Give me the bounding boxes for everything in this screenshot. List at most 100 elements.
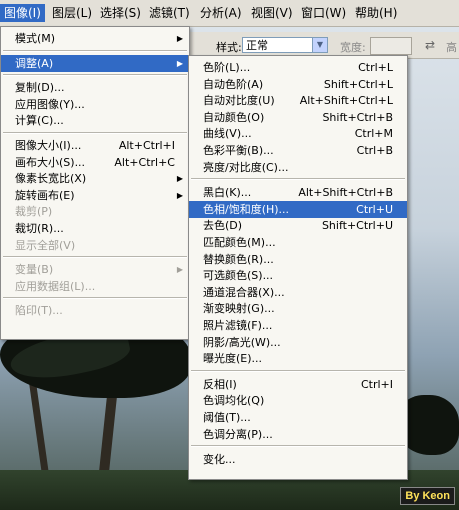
image-menu-item[interactable]: 裁剪(P) [1, 203, 189, 220]
adjust-menu-item-label: 黑白(K)... [203, 186, 252, 200]
adjust-menu-item[interactable]: 匹配颜色(M)... [189, 234, 407, 251]
adjust-menu-item[interactable]: 色调均化(Q) [189, 392, 407, 409]
menu-separator [191, 369, 405, 372]
menu-separator [3, 49, 187, 52]
image-menu-item[interactable]: 陷印(T)... [1, 302, 189, 319]
adjust-menu-item-label: 阈值(T)... [203, 411, 251, 424]
shortcut-label: Alt+Ctrl+C [114, 155, 175, 169]
adjust-menu-item[interactable]: 替换颜色(R)... [189, 251, 407, 268]
adjust-menu-item[interactable]: 曝光度(E)... [189, 350, 407, 367]
adjust-menu-item-label: 反相(I) [203, 377, 237, 391]
image-menu-item[interactable]: 计算(C)... [1, 112, 189, 129]
submenu-arrow-icon: ▶ [176, 190, 183, 200]
image-menu-item[interactable]: 模式(M) ▶ [1, 30, 189, 47]
menu-separator [3, 74, 187, 77]
image-menu-item-label: 图像大小(I)... [15, 139, 82, 152]
adjust-menu-item[interactable]: 变化... [189, 451, 407, 468]
image-menu-item[interactable]: 应用数据组(L)... [1, 278, 189, 295]
adjust-menu-item[interactable]: 通道混合器(X)... [189, 284, 407, 301]
style-select[interactable]: 正常 ▼ [242, 37, 328, 53]
shortcut-label: Shift+Ctrl+U [321, 219, 393, 233]
height-label: 高 [446, 41, 457, 54]
shortcut-label: Alt+Ctrl+I [118, 139, 175, 152]
adjust-menu-item[interactable]: 亮度/对比度(C)... [189, 159, 407, 176]
watermark: By Keon [400, 487, 455, 505]
menubar-item-6[interactable]: 窗口(W) [297, 4, 350, 22]
chevron-down-icon[interactable]: ▼ [312, 38, 327, 52]
swap-icon[interactable]: ⇄ [425, 38, 435, 52]
shortcut-label: Ctrl+M [354, 127, 393, 141]
image-menu-item[interactable]: 旋转画布(E) ▶ [1, 187, 189, 204]
adjust-menu-item[interactable]: 反相(I) Ctrl+I [189, 376, 407, 393]
adjust-menu-item[interactable]: 渐变映射(G)... [189, 300, 407, 317]
menu-separator [3, 297, 187, 300]
image-menu-item-label: 画布大小(S)... [15, 155, 86, 169]
image-menu-item-label: 旋转画布(E) [15, 188, 75, 202]
adjust-menu-item-label: 照片滤镜(F)... [203, 319, 273, 332]
adjust-menu-item-label: 通道混合器(X)... [203, 285, 285, 299]
menubar-item-3[interactable]: 滤镜(T) [145, 4, 194, 22]
adjust-menu-item-label: 替换颜色(R)... [203, 252, 274, 266]
adjust-menu-item[interactable]: 照片滤镜(F)... [189, 317, 407, 334]
image-menu-item[interactable]: 复制(D)... [1, 79, 189, 96]
image-menu-item[interactable]: 像素长宽比(X) ▶ [1, 170, 189, 187]
image-menu-item[interactable]: 应用图像(Y)... [1, 96, 189, 113]
submenu-arrow-icon: ▶ [176, 265, 183, 275]
image-menu-item-label: 显示全部(V) [15, 238, 76, 252]
image-menu-item-label: 裁切(R)... [15, 222, 64, 235]
adjust-menu-item[interactable]: 去色(D) Shift+Ctrl+U [189, 217, 407, 234]
adjust-menu-item-label: 渐变映射(G)... [203, 302, 275, 316]
menu-separator [191, 445, 405, 448]
menubar-item-4[interactable]: 分析(A) [196, 4, 246, 22]
adjust-menu-item[interactable]: 色彩平衡(B)... Ctrl+B [189, 142, 407, 159]
width-input[interactable] [370, 37, 412, 55]
submenu-arrow-icon: ▶ [176, 58, 183, 68]
image-menu-item-label: 模式(M) [15, 32, 56, 45]
image-menu-item-label: 像素长宽比(X) [15, 172, 87, 186]
adjust-menu-item-label: 曲线(V)... [203, 127, 252, 141]
adjust-menu-item[interactable]: 色相/饱和度(H)... Ctrl+U [189, 200, 407, 218]
shortcut-label: Shift+Ctrl+B [322, 110, 393, 124]
image-menu-item[interactable]: 画布大小(S)... Alt+Ctrl+C [1, 154, 189, 171]
image-menu-item[interactable]: 显示全部(V) [1, 237, 189, 254]
adjust-menu-item[interactable]: 自动颜色(O) Shift+Ctrl+B [189, 109, 407, 126]
adjust-menu-item[interactable]: 可选颜色(S)... [189, 267, 407, 284]
shortcut-label: Ctrl+L [358, 61, 393, 74]
adjust-menu-item-label: 变化... [203, 453, 236, 467]
adjust-menu-item-label: 色阶(L)... [203, 61, 251, 74]
menubar-item-7[interactable]: 帮助(H) [351, 4, 401, 22]
image-menu-item-label: 计算(C)... [15, 114, 64, 128]
menubar-item-2[interactable]: 选择(S) [96, 4, 145, 22]
adjust-menu-item[interactable]: 曲线(V)... Ctrl+M [189, 125, 407, 142]
shortcut-label: Shift+Ctrl+L [323, 77, 393, 91]
adjust-menu-item-label: 自动色阶(A) [203, 77, 264, 91]
adjust-menu-item[interactable]: 自动对比度(U) Alt+Shift+Ctrl+L [189, 92, 407, 109]
shortcut-label: Alt+Shift+Ctrl+L [299, 94, 393, 108]
menubar-item-5[interactable]: 视图(V) [247, 4, 297, 22]
image-menu-item[interactable]: 图像大小(I)... Alt+Ctrl+I [1, 137, 189, 154]
menu-separator [3, 256, 187, 259]
adjust-menu-item-label: 自动颜色(O) [203, 110, 265, 124]
image-menu-item[interactable]: 调整(A) ▶ [1, 54, 189, 72]
shortcut-label: Ctrl+U [356, 202, 393, 216]
adjust-menu-item[interactable]: 色调分离(P)... [189, 426, 407, 443]
shortcut-label: Ctrl+I [360, 377, 393, 391]
menubar-item-1[interactable]: 图层(L) [48, 4, 96, 22]
adjust-menu-item[interactable]: 阴影/高光(W)... [189, 334, 407, 351]
menubar-item-0[interactable]: 图像(I) [0, 4, 45, 22]
style-value: 正常 [246, 39, 268, 52]
adjust-menu-item[interactable]: 黑白(K)... Alt+Shift+Ctrl+B [189, 184, 407, 201]
image-menu-item-label: 调整(A) [15, 56, 54, 70]
image-menu-item[interactable]: 裁切(R)... [1, 220, 189, 237]
image-menu-item[interactable]: 变量(B) ▶ [1, 261, 189, 278]
adjust-menu-item-label: 去色(D) [203, 219, 243, 233]
submenu-arrow-icon: ▶ [176, 34, 183, 43]
menu-separator [191, 178, 405, 181]
adjust-menu-item-label: 色彩平衡(B)... [203, 144, 274, 157]
adjust-menu-item[interactable]: 自动色阶(A) Shift+Ctrl+L [189, 76, 407, 93]
adjust-menu-item-label: 阴影/高光(W)... [203, 335, 281, 349]
image-menu-item-label: 复制(D)... [15, 81, 65, 95]
adjust-menu-item[interactable]: 色阶(L)... Ctrl+L [189, 59, 407, 76]
image-menu: 模式(M) ▶ 调整(A) ▶ 复制(D)... 应用图像(Y)... 计算(C)... 图像… [0, 26, 190, 340]
adjust-menu-item[interactable]: 阈值(T)... [189, 409, 407, 426]
